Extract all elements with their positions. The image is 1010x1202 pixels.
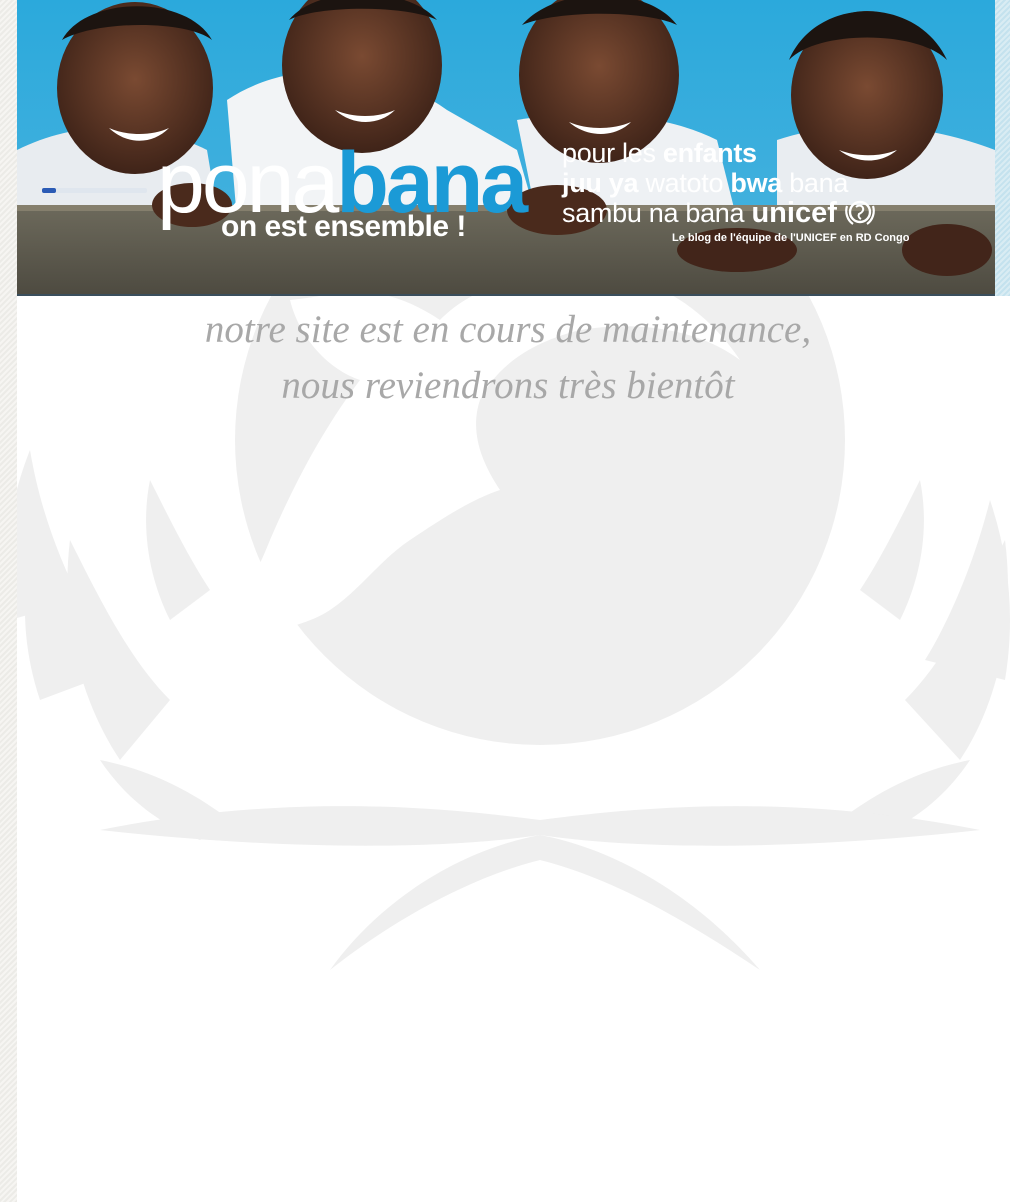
right-texture-strip (995, 0, 1010, 296)
logo-tagline: on est ensemble ! (221, 210, 466, 243)
tagline-lingala-text: sambu na bana (562, 198, 752, 228)
tagline-tshiluba-bold: bwa (730, 168, 783, 198)
banner-taglines: pour les enfants juu ya watoto bwa bana … (562, 138, 982, 228)
ponabana-logo[interactable]: ponabana on est ensemble ! (157, 140, 537, 250)
tagline-lingala: sambu na bana unicef (562, 198, 982, 228)
tagline-swahili: juu ya watoto bwa bana (562, 168, 982, 198)
tagline-french-bold: enfants (662, 138, 757, 168)
maintenance-page: ponabana on est ensemble ! pour les enfa… (0, 0, 1010, 1202)
tagline-tshiluba-text: bana (782, 168, 849, 198)
maintenance-line-1: notre site est en cours de maintenance, (204, 308, 812, 351)
unicef-emblem-icon (845, 200, 875, 225)
maintenance-line-2: nous reviendrons très bientôt (281, 364, 735, 407)
tagline-swahili-text: watoto (645, 168, 731, 198)
left-texture-strip (0, 0, 17, 1202)
tagline-swahili-bold: juu ya (562, 168, 646, 198)
unicef-wordmark: unicef (751, 197, 837, 229)
tagline-french-text: pour les (562, 138, 663, 168)
header-banner: ponabana on est ensemble ! pour les enfa… (17, 0, 995, 296)
maintenance-message: notre site est en cours de maintenance, … (0, 302, 1010, 414)
blog-caption: Le blog de l'équipe de l'UNICEF en RD Co… (672, 232, 910, 244)
tagline-french: pour les enfants (562, 138, 982, 168)
